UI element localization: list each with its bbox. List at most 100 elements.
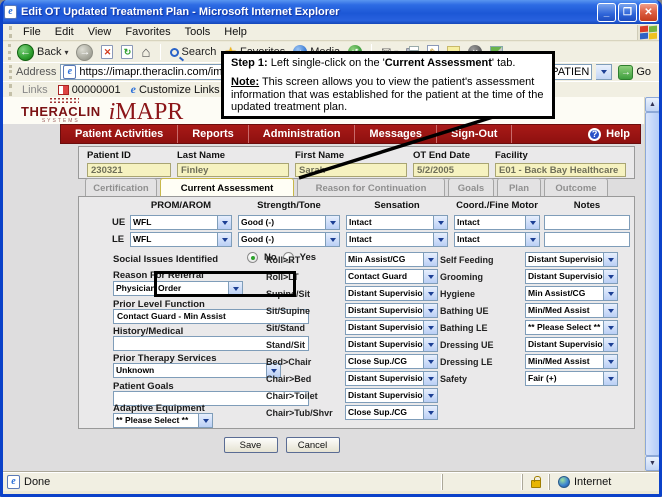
menu-item-help[interactable]: Help (217, 25, 254, 39)
status-bar: e Done Internet (3, 471, 659, 491)
windows-logo-icon (637, 25, 657, 40)
nav-patient-activities[interactable]: Patient Activities (61, 125, 178, 143)
prior-therapy-select[interactable]: Unknown (113, 363, 281, 378)
save-button[interactable]: Save (224, 437, 278, 453)
menu-item-view[interactable]: View (81, 25, 119, 39)
facility-field[interactable]: E01 - Back Bay Healthcare (495, 163, 626, 177)
back-button[interactable]: ← Back ▾ (15, 44, 70, 61)
adl-row: Dressing UEDistant Supervision (440, 337, 618, 352)
vertical-scrollbar[interactable]: ▲ ▼ (644, 97, 659, 471)
adl-select[interactable]: Distant Supervision (525, 269, 618, 284)
callout-note-line: Note: This screen allows you to view the… (231, 76, 545, 114)
toolbar-grip[interactable] (9, 84, 12, 96)
adl-select[interactable]: Min Assist/CG (525, 286, 618, 301)
nav-messages[interactable]: Messages (355, 125, 437, 143)
nav-reports[interactable]: Reports (178, 125, 249, 143)
tab-outcome[interactable]: Outcome (544, 178, 608, 197)
le-notes-input[interactable] (544, 232, 630, 247)
address-label: Address (16, 66, 56, 78)
zone-text: Internet (574, 476, 611, 488)
menu-item-favorites[interactable]: Favorites (118, 25, 177, 39)
forward-icon: → (76, 44, 93, 61)
close-button[interactable]: ✕ (639, 3, 658, 22)
address-dropdown-button[interactable] (596, 64, 612, 80)
link-item[interactable]: 00000001 (58, 84, 121, 96)
chevron-down-icon: ▾ (64, 48, 68, 57)
menu-item-tools[interactable]: Tools (178, 25, 218, 39)
minimize-button[interactable]: _ (597, 3, 616, 22)
link-item[interactable]: eCustomize Links (131, 82, 220, 97)
adl-select[interactable]: ** Please Select ** (525, 320, 618, 335)
transfer-select[interactable]: Close Sup./CG (345, 354, 438, 369)
back-label: Back (37, 46, 61, 58)
patient-info-panel: Patient ID230321 Last NameFinley First N… (78, 146, 635, 179)
transfer-select[interactable]: Distant Supervision (345, 337, 438, 352)
chevron-down-icon (603, 338, 617, 351)
go-button[interactable]: → Go (616, 65, 653, 80)
transfer-select[interactable]: Distant Supervision (345, 286, 438, 301)
ue-prom-select[interactable]: WFL (130, 215, 232, 230)
transfer-select[interactable]: Close Sup./CG (345, 405, 438, 420)
le-coord-select[interactable]: Intact (454, 232, 540, 247)
stop-button[interactable]: ✕ (99, 45, 115, 59)
adl-select[interactable]: Min/Med Assist (525, 354, 618, 369)
forward-button[interactable]: → (74, 44, 95, 61)
toolbar-grip[interactable] (9, 26, 12, 39)
first-name-field[interactable]: Sarah (295, 163, 407, 177)
refresh-button[interactable]: ↻ (119, 45, 135, 59)
field-label: Patient ID (87, 150, 171, 161)
transfer-select[interactable]: Contact Guard (345, 269, 438, 284)
search-button[interactable]: Search (168, 46, 219, 58)
tab-reason-for-continuation[interactable]: Reason for Continuation (297, 178, 445, 197)
adl-select[interactable]: Fair (+) (525, 371, 618, 386)
reason-referral-select[interactable]: Physician Order (113, 281, 243, 296)
transfer-select[interactable]: Distant Supervision (345, 320, 438, 335)
chevron-down-icon (423, 253, 437, 266)
le-strength-select[interactable]: Good (-) (238, 232, 340, 247)
logo-dots-decoration (49, 97, 79, 104)
scrollbar-thumb[interactable] (645, 112, 659, 456)
ot-end-date-field[interactable]: 5/2/2005 (413, 163, 489, 177)
nav-sign-out[interactable]: Sign-Out (437, 125, 512, 143)
le-prom-select[interactable]: WFL (130, 232, 232, 247)
ue-coord-select[interactable]: Intact (454, 215, 540, 230)
transfer-row: Stand/SitDistant Supervision (266, 337, 438, 352)
le-sensation-select[interactable]: Intact (346, 232, 448, 247)
scroll-up-arrow[interactable]: ▲ (645, 97, 659, 112)
tab-current-assessment[interactable]: Current Assessment (160, 178, 294, 197)
radio-no[interactable] (247, 252, 258, 263)
ue-sensation-select[interactable]: Intact (346, 215, 448, 230)
home-button[interactable]: ⌂ (139, 44, 152, 61)
adl-select[interactable]: Min/Med Assist (525, 303, 618, 318)
tab-certification[interactable]: Certification (85, 178, 157, 197)
brand-name: THERACLIN (21, 105, 101, 118)
transfer-select[interactable]: Min Assist/CG (345, 252, 438, 267)
patient-id-field[interactable]: 230321 (87, 163, 171, 177)
toolbar-grip[interactable] (8, 44, 11, 60)
transfer-select[interactable]: Distant Supervision (345, 388, 438, 403)
adl-select[interactable]: Distant Supervision (525, 252, 618, 267)
cancel-button[interactable]: Cancel (286, 437, 340, 453)
toolbar-separator (160, 44, 161, 60)
ue-notes-input[interactable] (544, 215, 630, 230)
scroll-down-arrow[interactable]: ▼ (645, 456, 659, 471)
back-icon: ← (17, 44, 34, 61)
tab-plan[interactable]: Plan (497, 178, 541, 197)
nav-help[interactable]: ? Help (574, 125, 640, 143)
ie-page-icon: e (7, 475, 20, 489)
adl-select[interactable]: Distant Supervision (525, 337, 618, 352)
last-name-field[interactable]: Finley (177, 163, 289, 177)
nav-administration[interactable]: Administration (249, 125, 356, 143)
adaptive-equipment-select[interactable]: ** Please Select ** (113, 413, 213, 428)
menu-item-file[interactable]: File (16, 25, 48, 39)
menu-item-edit[interactable]: Edit (48, 25, 81, 39)
ue-strength-select[interactable]: Good (-) (238, 215, 340, 230)
chevron-down-icon (603, 372, 617, 385)
transfer-select[interactable]: Distant Supervision (345, 371, 438, 386)
adl-row: GroomingDistant Supervision (440, 269, 618, 284)
maximize-button[interactable]: ❐ (618, 3, 637, 22)
transfer-select[interactable]: Distant Supervision (345, 303, 438, 318)
toolbar-grip[interactable] (9, 65, 12, 79)
chevron-down-icon (423, 321, 437, 334)
tab-goals[interactable]: Goals (448, 178, 494, 197)
